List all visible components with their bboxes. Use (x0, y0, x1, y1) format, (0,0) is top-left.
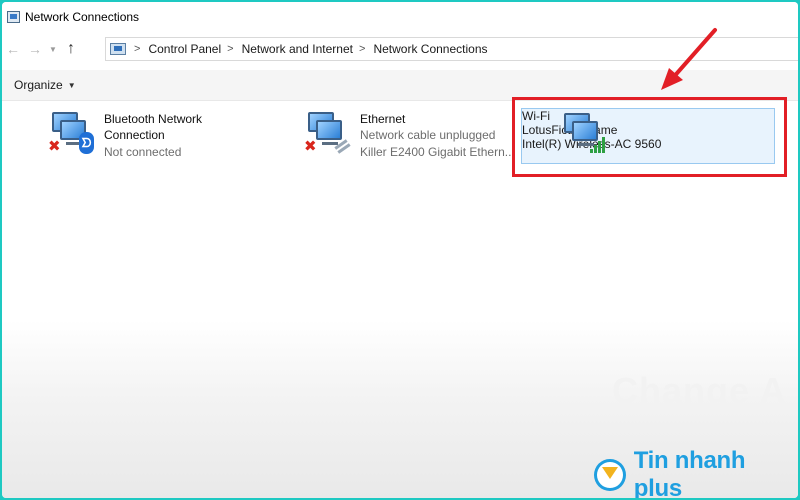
caret-down-icon: ▼ (67, 80, 76, 90)
brand-text: Tin nhanh plus (633, 447, 746, 498)
network-adapter-icon: ✖ (304, 110, 351, 156)
network-connections-icon (7, 11, 20, 23)
window-title: Network Connections (25, 10, 140, 24)
ethernet-cable-icon (332, 138, 351, 154)
brand-icon (594, 459, 626, 491)
organize-label: Organize (14, 78, 63, 92)
breadcrumb-network-and-internet[interactable]: Network and Internet (242, 42, 353, 56)
bluetooth-icon: ᗤ (79, 132, 94, 154)
connection-name: Ethernet (360, 112, 406, 126)
recent-locations-chevron-icon[interactable]: ▼ (46, 38, 60, 60)
connections-list: ✖ ᗤ Bluetooth Network Connection Not con… (2, 97, 798, 498)
breadcrumb-network-connections[interactable]: Network Connections (373, 42, 487, 56)
connection-item-ethernet[interactable]: ✖ Ethernet Network cable unplugged Kille… (304, 110, 515, 170)
disconnected-x-icon: ✖ (304, 138, 317, 155)
watermark-text: Change A (612, 370, 787, 411)
forward-arrow-icon[interactable]: → (24, 38, 46, 60)
organize-menu-button[interactable]: Organize ▼ (14, 78, 76, 92)
connection-name: Bluetooth Network (104, 112, 203, 126)
chevron-right-icon[interactable]: > (227, 43, 233, 55)
red-arrow-icon (661, 28, 717, 90)
highlight-box (512, 97, 787, 177)
network-adapter-icon: ✖ ᗤ (48, 110, 94, 156)
back-arrow-icon[interactable]: ← (2, 38, 24, 60)
connection-status: Network cable unplugged (360, 128, 496, 142)
connection-name-line2: Connection (104, 128, 165, 142)
breadcrumb-control-panel[interactable]: Control Panel (148, 42, 221, 56)
window: Network Connections ← → ▼ ↑ > Control Pa… (2, 2, 798, 498)
control-panel-icon (110, 43, 126, 55)
up-arrow-icon[interactable]: ↑ (60, 38, 82, 60)
connection-item-bluetooth[interactable]: ✖ ᗤ Bluetooth Network Connection Not con… (48, 110, 248, 170)
connection-device: Killer E2400 Gigabit Ethern... (360, 145, 515, 159)
connection-status: Not connected (104, 145, 182, 159)
disconnected-x-icon: ✖ (48, 138, 61, 155)
chevron-right-icon[interactable]: > (359, 43, 365, 55)
chevron-right-icon[interactable]: > (134, 43, 140, 55)
brand-logo: Tin nhanh plus (594, 447, 798, 498)
